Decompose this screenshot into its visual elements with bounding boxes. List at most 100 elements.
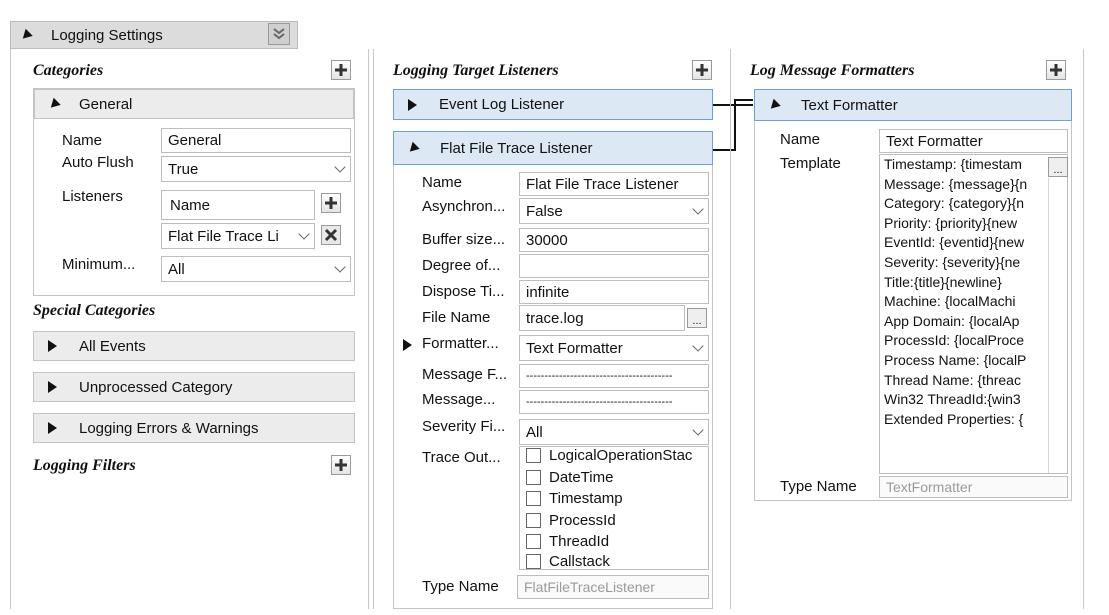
asynchronous-select[interactable]: False (519, 198, 709, 224)
formatter-select[interactable]: Text Formatter (519, 335, 709, 361)
special-item-all-events[interactable]: All Events (33, 331, 355, 361)
logging-settings-header[interactable]: Logging Settings (10, 21, 298, 49)
trace-option-label: ProcessId (549, 512, 616, 529)
template-line: Process Name: {localP (884, 351, 1027, 368)
prop-filename-label: File Name (422, 309, 491, 326)
add-filter-button[interactable] (331, 455, 351, 475)
buffer-size-field[interactable]: 30000 (519, 228, 709, 252)
message-header-field[interactable]: ---------------------------------------- (519, 390, 709, 414)
text-formatter-header[interactable]: Text Formatter (754, 89, 1072, 121)
special-item-label: Unprocessed Category (79, 378, 233, 396)
trace-option-label: DateTime (549, 469, 614, 486)
special-item-label: All Events (79, 337, 146, 355)
template-label: Template (780, 155, 841, 172)
categories-title: Categories (33, 62, 104, 79)
collapsed-arrow-icon[interactable] (48, 422, 57, 434)
template-line: Win32 ThreadId:{win3 (884, 391, 1021, 408)
category-name-field[interactable]: General (161, 128, 351, 153)
trace-checkbox[interactable] (526, 513, 541, 528)
message-footer-field[interactable]: ---------------------------------------- (519, 364, 709, 388)
formatters-title: Log Message Formatters (750, 62, 915, 79)
template-line: EventId: {eventid}{new (884, 234, 1025, 251)
auto-flush-select[interactable]: True (161, 156, 351, 182)
listener-name-field[interactable]: Flat File Trace Listener (519, 172, 709, 196)
flat-file-listener-header[interactable]: Flat File Trace Listener (393, 131, 713, 165)
template-scrollbar[interactable] (1048, 178, 1066, 473)
browse-file-button[interactable]: ... (687, 308, 707, 328)
trace-option-label: LogicalOperationStac (549, 447, 693, 464)
column-divider (730, 49, 731, 609)
listener-select-value: Flat File Trace Li (168, 227, 279, 245)
minimum-severity-select[interactable]: All (161, 256, 351, 282)
special-item-label: Logging Errors & Warnings (79, 419, 259, 437)
collapsed-arrow-icon[interactable] (408, 98, 417, 111)
remove-listener-button[interactable] (321, 225, 341, 245)
listeners-column-header: Name (161, 190, 315, 220)
name-label: Name (62, 132, 103, 149)
chevron-down-icon (692, 424, 704, 436)
file-name-field[interactable]: trace.log (519, 305, 685, 331)
event-log-listener-header[interactable]: Event Log Listener (393, 89, 713, 120)
listeners-title: Logging Target Listeners (393, 62, 559, 79)
template-line: Timestamp: {timestam (884, 156, 1022, 172)
prop-message-label: Message... (422, 391, 496, 408)
collapsed-arrow-icon[interactable] (48, 381, 57, 393)
prop-message-format-label: Message F... (422, 366, 508, 383)
right-border-line (1083, 49, 1084, 609)
column-divider (373, 49, 374, 609)
template-line: Thread Name: {threac (884, 371, 1021, 388)
add-listener-target-button[interactable] (692, 60, 712, 80)
flat-file-listener-label: Flat File Trace Listener (440, 139, 593, 157)
edit-template-button[interactable]: ... (1048, 157, 1068, 177)
prop-async-label: Asynchron... (422, 198, 506, 215)
add-listener-button[interactable] (321, 193, 341, 213)
left-border-line (10, 49, 11, 609)
special-item-errors-warnings[interactable]: Logging Errors & Warnings (33, 413, 355, 443)
trace-option-label: Callstack (549, 553, 610, 570)
template-line: Machine: {localMachi (884, 293, 1016, 310)
logging-filters-title: Logging Filters (33, 457, 136, 474)
connector-lines (713, 99, 753, 151)
prop-trace-label: Trace Out... (422, 449, 501, 466)
trace-checkbox[interactable] (526, 534, 541, 549)
prop-degree-label: Degree of... (422, 257, 501, 274)
trace-options-list (519, 446, 709, 570)
special-item-unprocessed[interactable]: Unprocessed Category (33, 372, 355, 402)
add-formatter-button[interactable] (1046, 60, 1066, 80)
collapse-all-icon[interactable] (268, 23, 290, 45)
collapsed-arrow-icon[interactable] (48, 340, 57, 352)
event-log-listener-label: Event Log Listener (439, 96, 565, 113)
header-title: Logging Settings (51, 26, 163, 44)
dispose-timeout-field[interactable]: infinite (519, 280, 709, 304)
add-category-button[interactable] (331, 60, 351, 80)
prop-dispose-label: Dispose Ti... (422, 283, 505, 300)
collapse-arrow-icon[interactable] (19, 28, 33, 42)
column-divider (368, 49, 369, 609)
listener-select[interactable]: Flat File Trace Li (161, 223, 315, 249)
listener-type-name-field: FlatFileTraceListener (517, 575, 709, 599)
expanded-arrow-icon[interactable] (767, 98, 781, 112)
degree-field[interactable] (519, 254, 709, 278)
general-category-header[interactable]: General (34, 89, 354, 119)
text-formatter-label: Text Formatter (801, 96, 898, 114)
expanded-arrow-icon[interactable] (406, 141, 420, 155)
prop-severity-label: Severity Fi... (422, 418, 506, 435)
expanded-arrow-icon[interactable] (47, 97, 61, 111)
trace-checkbox[interactable] (526, 491, 541, 506)
template-line: Extended Properties: { (884, 410, 1024, 427)
trace-checkbox[interactable] (526, 554, 541, 569)
trace-checkbox[interactable] (526, 448, 541, 463)
template-line: App Domain: {localAp (884, 312, 1020, 329)
trace-checkbox[interactable] (526, 470, 541, 485)
formatter-value: Text Formatter (526, 339, 623, 357)
chevron-down-icon (692, 340, 704, 352)
auto-flush-value: True (168, 160, 199, 178)
minimum-severity-value: All (168, 260, 185, 278)
severity-filter-select[interactable]: All (519, 419, 709, 445)
template-line: Title:{title}{newline} (884, 273, 1002, 290)
special-categories-title: Special Categories (33, 302, 156, 319)
type-name-label: Type Name (422, 578, 499, 595)
template-line: Severity: {severity}{ne (884, 253, 1021, 270)
template-lines: Timestamp: {timestam Message: {message}{… (884, 155, 1047, 429)
formatter-name-field[interactable]: Text Formatter (879, 129, 1068, 153)
